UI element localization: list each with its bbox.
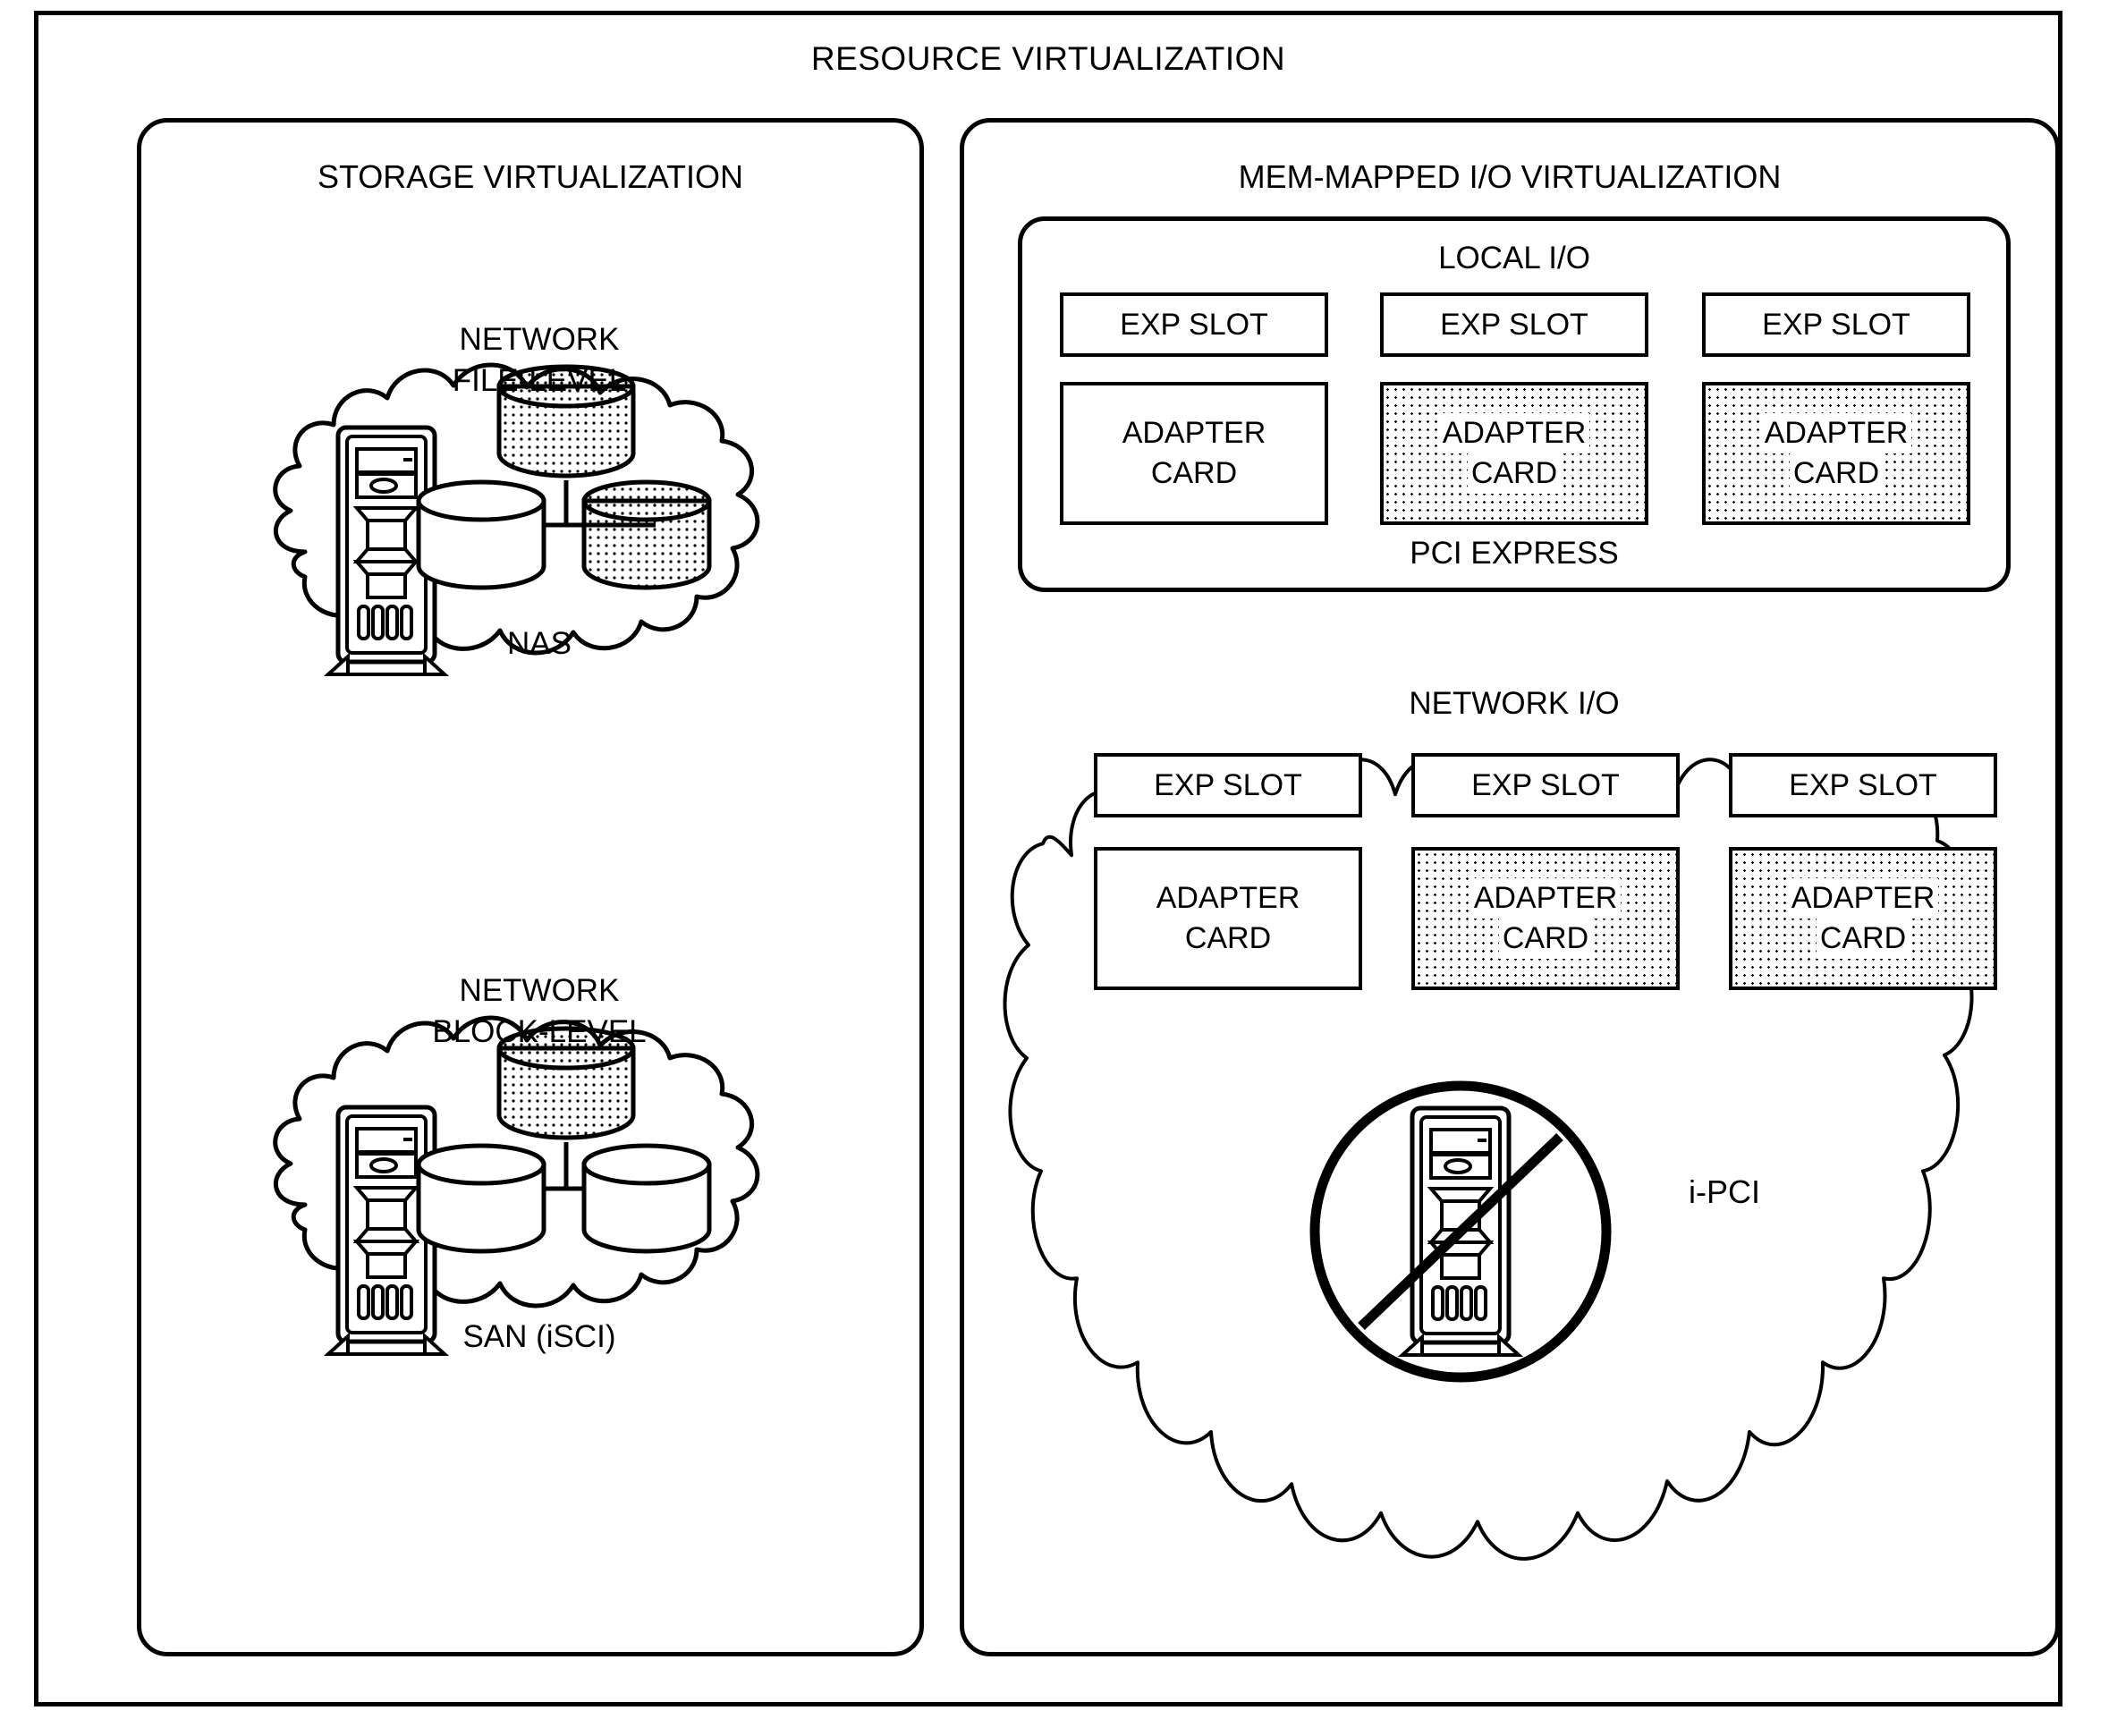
network-io-exp-slot-1[interactable]: EXP SLOT [1094, 753, 1362, 817]
storage-virtualization-panel: STORAGE VIRTUALIZATION NETWORK FILE-LEVE… [137, 118, 924, 1656]
disk-cylinder-shaded-icon [495, 364, 638, 480]
local-io-title: LOCAL I/O [1438, 241, 1590, 275]
disk-cylinder-plain-icon [414, 1142, 548, 1258]
disk-cylinder-plain-icon [580, 1142, 714, 1258]
local-io-box: LOCAL I/O EXP SLOT EXP SLOT EXP SLOT ADA… [1018, 216, 2011, 592]
san-title-line1: NETWORK [459, 973, 620, 1008]
network-io-exp-slot-2[interactable]: EXP SLOT [1411, 753, 1680, 817]
mmio-panel-title: MEM-MAPPED I/O VIRTUALIZATION [1238, 158, 1782, 195]
pci-express-label: PCI EXPRESS [1410, 536, 1619, 571]
disk-cylinder-shaded-icon [495, 1026, 638, 1142]
resource-virtualization-frame: RESOURCE VIRTUALIZATION STORAGE VIRTUALI… [34, 11, 2062, 1706]
local-io-adapter-card-2[interactable]: ADAPTER CARD [1380, 382, 1648, 525]
network-io-exp-slot-3[interactable]: EXP SLOT [1729, 753, 1997, 817]
nas-cloud: NETWORK FILE-LEVEL [235, 257, 843, 758]
storage-panel-title: STORAGE VIRTUALIZATION [317, 158, 744, 195]
local-io-exp-slot-3[interactable]: EXP SLOT [1702, 292, 1970, 357]
network-io-title: NETWORK I/O [1409, 686, 1620, 721]
diagram-title: RESOURCE VIRTUALIZATION [810, 40, 1286, 77]
nas-title-line1: NETWORK [459, 322, 620, 357]
local-io-exp-slot-2[interactable]: EXP SLOT [1380, 292, 1648, 357]
network-io-adapter-card-3[interactable]: ADAPTER CARD [1729, 847, 1997, 990]
local-io-adapter-card-3[interactable]: ADAPTER CARD [1702, 382, 1970, 525]
mem-mapped-io-virtualization-panel: MEM-MAPPED I/O VIRTUALIZATION LOCAL I/O … [960, 118, 2060, 1656]
network-io-cloud: NETWORK I/O EXP SLOT EXP SLOT EXP SLOT A… [1009, 623, 2020, 1598]
network-io-adapter-card-2[interactable]: ADAPTER CARD [1411, 847, 1680, 990]
local-io-adapter-card-1[interactable]: ADAPTER CARD [1060, 382, 1328, 525]
disk-cylinder-shaded-icon [580, 478, 714, 595]
san-label: SAN (iSCI) [462, 1319, 616, 1354]
disk-cylinder-plain-icon [414, 478, 548, 595]
nas-label: NAS [507, 626, 572, 661]
network-io-adapter-card-1[interactable]: ADAPTER CARD [1094, 847, 1362, 990]
san-cloud: NETWORK BLOCK-LEVEL [235, 910, 843, 1410]
server-tower-no-symbol-icon [1304, 1071, 1617, 1393]
local-io-exp-slot-1[interactable]: EXP SLOT [1060, 292, 1328, 357]
i-pci-label: i-PCI [1689, 1173, 1760, 1210]
